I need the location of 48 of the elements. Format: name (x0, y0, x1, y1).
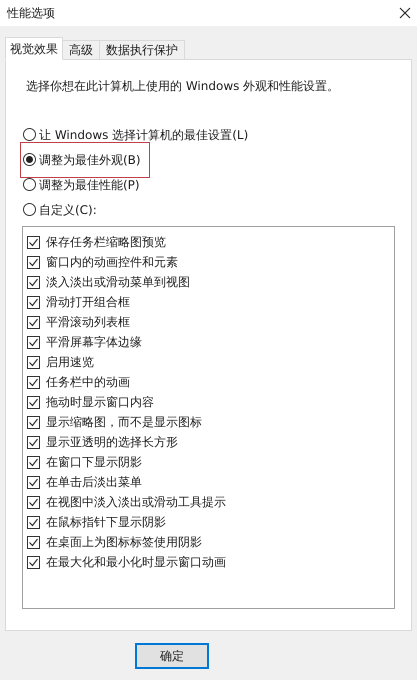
checkbox[interactable] (27, 276, 40, 288)
checkbox-label: 淡入淡出或滑动菜单到视图 (46, 274, 190, 291)
checkbox-label: 在鼠标指针下显示阴影 (46, 514, 166, 531)
checkbox[interactable] (27, 416, 40, 428)
checkbox[interactable] (27, 456, 40, 468)
tab[interactable]: 数据执行保护 (99, 40, 185, 59)
checkbox-label: 显示缩略图，而不是显示图标 (46, 414, 202, 431)
checkbox[interactable] (27, 556, 40, 568)
radio-label: 调整为最佳外观(B) (39, 152, 141, 168)
close-icon[interactable] (399, 7, 411, 19)
radio-button[interactable] (23, 203, 36, 216)
checkbox-label: 在桌面上为图标标签使用阴影 (46, 534, 202, 551)
checkbox[interactable] (27, 476, 40, 488)
checkbox[interactable] (27, 236, 40, 248)
radio-button[interactable] (23, 128, 36, 141)
checkbox[interactable] (27, 436, 40, 448)
checkbox[interactable] (27, 396, 40, 408)
radio-button[interactable] (23, 178, 36, 191)
radio-label: 让 Windows 选择计算机的最佳设置(L) (39, 126, 248, 144)
checkbox-label: 在视图中淡入淡出或滑动工具提示 (46, 494, 226, 511)
window-title: 性能选项 (7, 5, 55, 22)
checkbox-label: 在最大化和最小化时显示窗口动画 (46, 554, 226, 571)
checkbox[interactable] (27, 296, 40, 308)
checkbox-label: 在窗口下显示阴影 (46, 454, 142, 471)
checkbox-label: 显示亚透明的选择长方形 (46, 434, 178, 451)
checkbox[interactable] (27, 316, 40, 328)
checkbox[interactable] (27, 256, 40, 268)
radio-label: 自定义(C): (39, 202, 97, 218)
radio-button[interactable] (23, 153, 36, 166)
checkbox-label: 拖动时显示窗口内容 (46, 394, 154, 411)
checkbox[interactable] (27, 336, 40, 348)
checkbox-label: 保存任务栏缩略图预览 (46, 234, 166, 251)
checkbox-label: 平滑滚动列表框 (46, 314, 130, 331)
checkbox[interactable] (27, 536, 40, 548)
ok-button[interactable]: 确定 (135, 643, 209, 669)
checkbox-label: 窗口内的动画控件和元素 (46, 254, 178, 271)
checkbox-label: 平滑屏幕字体边缘 (46, 334, 142, 351)
checkbox-label: 启用速览 (46, 354, 94, 371)
checkbox-label: 在单击后淡出菜单 (46, 474, 142, 491)
intro-text: 选择你想在此计算机上使用的 Windows 外观和性能设置。 (26, 78, 340, 95)
radio-label: 调整为最佳性能(P) (39, 176, 140, 194)
checkbox[interactable] (27, 376, 40, 388)
checkbox[interactable] (27, 496, 40, 508)
checkbox[interactable] (27, 516, 40, 528)
tab[interactable]: 视觉效果 (5, 37, 63, 60)
checkbox[interactable] (27, 356, 40, 368)
checkbox-label: 任务栏中的动画 (46, 374, 130, 391)
checkbox-label: 滑动打开组合框 (46, 294, 130, 311)
